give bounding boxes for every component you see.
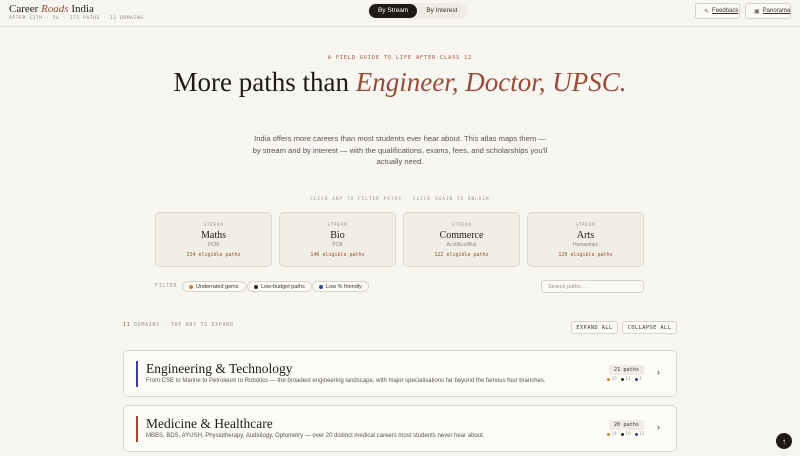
toggle-by-interest[interactable]: By Interest — [417, 4, 466, 18]
feedback-button[interactable]: ✎ Feedback — [695, 3, 740, 19]
scroll-to-top-button[interactable]: ↑ — [776, 433, 792, 449]
legend-item: 13 — [620, 377, 631, 382]
brand-word-accent: Roads — [41, 3, 69, 15]
domains-count: 11 DOMAINS · TAP ANY TO EXPAND — [123, 323, 234, 328]
domain-accent-bar — [136, 416, 138, 442]
chevron-right-icon[interactable]: › — [657, 367, 660, 377]
domain-description: MBBS, BDS, AYUSH, Physiotherapy, Audiolo… — [146, 433, 485, 439]
domain-title: Medicine & Healthcare — [146, 416, 273, 431]
dot-icon — [607, 433, 610, 436]
dot-icon — [634, 378, 638, 381]
chip-low-percent[interactable]: Low % friendly — [312, 281, 369, 292]
feedback-icon: ✎ — [704, 8, 710, 15]
domain-description: From CSE to Marine to Petroleum to Robot… — [146, 378, 546, 384]
stream-name: Arts — [576, 230, 595, 241]
panorama-icon: ▣ — [754, 8, 760, 15]
domain-card-medicine[interactable]: Medicine & Healthcare MBBS, BDS, AYUSH, … — [123, 405, 677, 452]
chip-label: Low % friendly — [326, 283, 362, 290]
stream-tag: STREAM — [203, 222, 224, 227]
domain-paths-badge: 21 paths — [609, 365, 644, 375]
hero-headline: More paths than Engineer, Doctor, UPSC. — [150, 68, 650, 97]
expand-all-button[interactable]: EXPAND ALL — [571, 321, 618, 334]
arrow-up-icon: ↑ — [782, 436, 786, 446]
toggle-by-stream[interactable]: By Stream — [369, 4, 418, 18]
headline-accent: Engineer, Doctor, UPSC. — [355, 67, 627, 97]
legend-item: 4 — [634, 377, 642, 382]
chip-low-budget[interactable]: Low-budget paths — [247, 281, 312, 292]
stream-tag: STREAM — [451, 222, 472, 227]
filter-label: FILTER — [155, 284, 178, 289]
domain-title: Engineering & Technology — [146, 361, 293, 376]
top-bar: Career Roads India AFTER 12TH · 5k · 175… — [0, 0, 800, 27]
stream-subjects: PCB — [332, 242, 343, 248]
collapse-all-button[interactable]: COLLAPSE ALL — [622, 321, 677, 334]
dot-icon — [620, 378, 624, 381]
stream-card-arts[interactable]: STREAM Arts Humanities 120 eligible path… — [527, 212, 644, 267]
stream-subjects: Humanities — [572, 242, 598, 248]
panorama-label: Panorama — [762, 8, 791, 14]
streams-hint: CLICK ANY TO FILTER PATHS · CLICK AGAIN … — [310, 197, 490, 202]
legend-item: 12 — [634, 432, 645, 437]
legend-value: 12 — [639, 432, 645, 437]
stream-count: 146 eligible paths — [310, 252, 365, 258]
domain-legend: 15 13 4 — [607, 377, 642, 382]
stream-count: 120 eligible paths — [558, 252, 613, 258]
legend-value: 13 — [625, 377, 631, 382]
domains-count-number: 11 — [123, 323, 131, 328]
stream-card-maths[interactable]: STREAM Maths PCM 154 eligible paths — [155, 212, 272, 267]
legend-value: 19 — [625, 432, 631, 437]
chip-underrated-gems[interactable]: Underrated gems — [182, 281, 246, 292]
stream-name: Bio — [330, 230, 345, 241]
legend-value: 15 — [611, 377, 617, 382]
legend-value: 14 — [611, 432, 617, 437]
dot-icon — [634, 433, 638, 436]
search-input[interactable] — [541, 280, 644, 293]
stream-tag: STREAM — [575, 222, 596, 227]
brand-word-1: Career — [9, 3, 39, 15]
view-toggle: By Stream By Interest — [368, 3, 468, 19]
legend-item: 14 — [607, 432, 617, 437]
domain-card-engineering[interactable]: Engineering & Technology From CSE to Mar… — [123, 350, 677, 397]
chip-label: Low-budget paths — [261, 283, 305, 290]
domain-accent-bar — [136, 361, 138, 387]
dot-icon — [254, 284, 258, 289]
chip-label: Underrated gems — [196, 283, 239, 290]
domain-legend: 14 19 12 — [607, 432, 644, 437]
stream-tag: STREAM — [327, 222, 348, 227]
stream-count: 122 eligible paths — [434, 252, 489, 258]
stream-card-commerce[interactable]: STREAM Commerce Acct/Eco/Bus 122 eligibl… — [403, 212, 520, 267]
stream-count: 154 eligible paths — [186, 252, 241, 258]
hero-eyebrow: A FIELD GUIDE TO LIFE AFTER CLASS 12 — [327, 55, 473, 61]
feedback-label: Feedback — [712, 8, 739, 14]
brand-word-2: India — [71, 3, 94, 15]
stream-name: Commerce — [439, 230, 484, 241]
brand-subtitle: AFTER 12TH · 5k · 175 PATHS · 11 DOMAINS — [9, 16, 144, 21]
dot-icon — [607, 378, 610, 381]
brand[interactable]: Career Roads India AFTER 12TH · 5k · 175… — [9, 3, 144, 21]
legend-item: 19 — [620, 432, 631, 437]
stream-card-bio[interactable]: STREAM Bio PCB 146 eligible paths — [279, 212, 396, 267]
dot-icon — [319, 284, 323, 289]
hero-lede: India offers more careers than most stud… — [252, 134, 548, 166]
stream-name: Maths — [201, 230, 226, 241]
legend-value: 4 — [639, 377, 642, 382]
stream-subjects: Acct/Eco/Bus — [446, 242, 477, 248]
dot-icon — [620, 433, 624, 436]
legend-item: 15 — [607, 377, 617, 382]
dot-icon — [189, 284, 193, 289]
domain-paths-badge: 20 paths — [609, 420, 644, 430]
chevron-right-icon[interactable]: › — [657, 422, 660, 432]
domains-count-label: DOMAINS · TAP ANY TO EXPAND — [134, 323, 234, 328]
brand-title: Career Roads India — [9, 3, 144, 15]
headline-pre: More paths than — [173, 67, 349, 97]
stream-subjects: PCM — [207, 242, 220, 248]
panorama-button[interactable]: ▣ Panorama — [745, 3, 791, 19]
